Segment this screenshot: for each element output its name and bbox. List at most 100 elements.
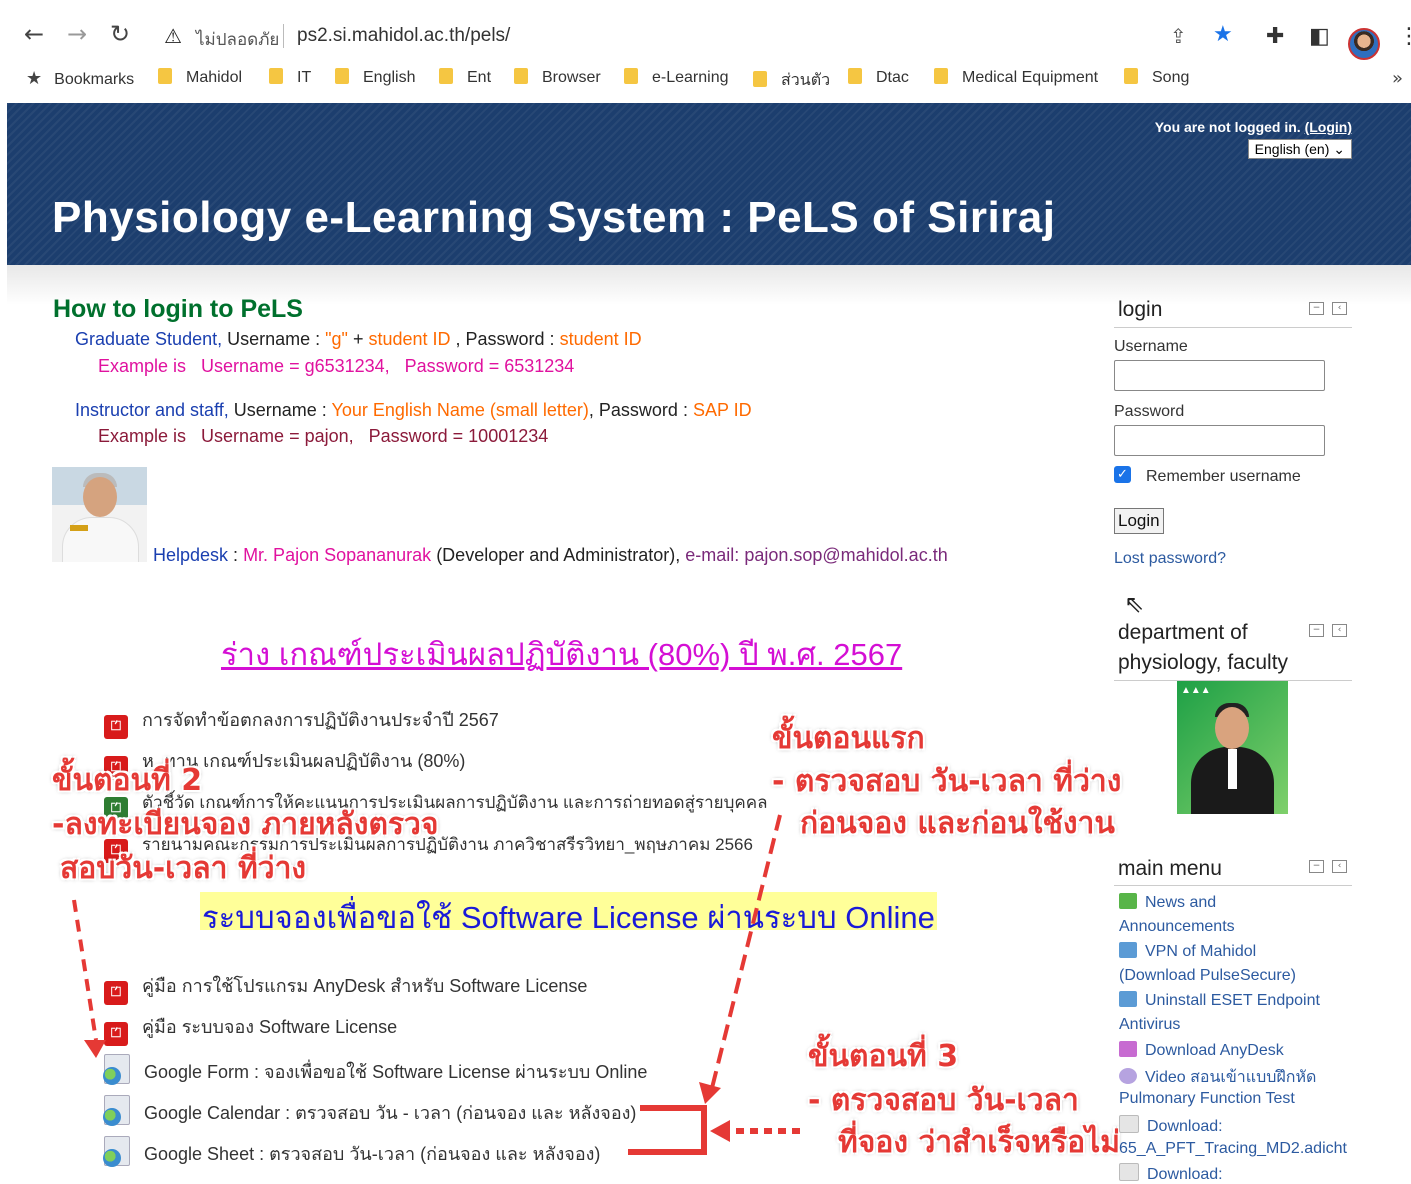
- step2-line1: -ลงทะเบียนจอง ภายหลังตรวจ: [52, 807, 439, 842]
- pdf-icon: ⏍: [104, 715, 128, 739]
- security-status[interactable]: ไม่ปลอดภัย: [196, 26, 279, 53]
- file-item[interactable]: Google Form : จองเพื่อขอใช้ Software Lic…: [103, 1054, 647, 1086]
- bookmark-elearning[interactable]: e-Learning: [624, 68, 729, 87]
- department-title-line2: physiology, faculty: [1118, 651, 1289, 674]
- bookmarks-overflow-icon[interactable]: »: [1392, 68, 1403, 89]
- collapse-icon[interactable]: −: [1309, 302, 1324, 315]
- extensions-puzzle-icon[interactable]: ✚: [1266, 24, 1284, 49]
- collapse-icon[interactable]: −: [1309, 624, 1324, 637]
- not-logged-in-text: You are not logged in.: [1154, 119, 1301, 135]
- bookmark-dtac[interactable]: Dtac: [848, 68, 909, 87]
- bookmark-label: Ent: [467, 69, 492, 86]
- bookmark-label: e-Learning: [652, 69, 729, 86]
- web-page-icon: [103, 1054, 130, 1085]
- file-label[interactable]: Google Sheet : ตรวจสอบ วัน-เวลา (ก่อนจอง…: [144, 1144, 600, 1164]
- reload-icon[interactable]: ↻: [106, 20, 134, 48]
- language-select[interactable]: English (en) ⌄: [1247, 139, 1352, 159]
- bookmark-medical-equipment[interactable]: Medical Equipment: [934, 68, 1098, 87]
- bookmark-label: IT: [297, 69, 312, 86]
- login-block-title: login: [1118, 298, 1163, 321]
- dock-icon[interactable]: ‹: [1332, 624, 1347, 637]
- kebab-menu-icon[interactable]: ⋮: [1398, 24, 1411, 49]
- bookmark-star-icon[interactable]: ★: [1213, 22, 1233, 47]
- menu-item-download[interactable]: Download:: [1119, 1115, 1223, 1136]
- bookmark-mahidol[interactable]: Mahidol: [158, 68, 242, 87]
- file-item[interactable]: ⏍ การจัดทำข้อตกลงการปฏิบัติงานประจำปี 256…: [104, 705, 499, 739]
- department-title-line1: department of: [1118, 621, 1248, 644]
- step1-line1: - ตรวจสอบ วัน-เวลา ที่ว่าง: [772, 764, 1122, 799]
- web-page-icon: [103, 1095, 130, 1126]
- dock-icon[interactable]: ‹: [1332, 302, 1347, 315]
- remember-checkbox[interactable]: ✓: [1114, 466, 1131, 483]
- login-button[interactable]: Login: [1114, 508, 1164, 534]
- menu-item-download-2[interactable]: Download:: [1119, 1163, 1223, 1184]
- url-text[interactable]: ps2.si.mahidol.ac.th/pels/: [297, 25, 510, 47]
- menu-item-anydesk[interactable]: Download AnyDesk: [1119, 1041, 1284, 1060]
- back-arrow-icon[interactable]: ←: [20, 20, 48, 48]
- file-label[interactable]: คู่มือ การใช้โปรแกรม AnyDesk สำหรับ Soft…: [142, 976, 587, 996]
- folder-icon: [269, 68, 283, 84]
- site-title: Physiology e-Learning System : PeLS of S…: [52, 193, 1056, 242]
- address-bar[interactable]: ⚠ ไม่ปลอดภัย ps2.si.mahidol.ac.th/pels/ …: [150, 14, 1252, 58]
- browser-chrome: ← → ↻ ⚠ ไม่ปลอดภัย ps2.si.mahidol.ac.th/…: [0, 0, 1411, 103]
- divider: [1114, 327, 1352, 328]
- pdf-icon: ⏍: [104, 981, 128, 1005]
- bookmark-label: Dtac: [876, 69, 909, 86]
- login-info: You are not logged in. (Login): [1155, 119, 1352, 135]
- forward-arrow-icon[interactable]: →: [63, 20, 91, 48]
- menu-item-vpn-cont[interactable]: (Download PulseSecure): [1119, 967, 1296, 985]
- file-label[interactable]: Google Form : จองเพื่อขอใช้ Software Lic…: [144, 1062, 647, 1082]
- file-item[interactable]: Google Sheet : ตรวจสอบ วัน-เวลา (ก่อนจอง…: [103, 1136, 600, 1168]
- menu-item-download-cont[interactable]: 65_A_PFT_Tracing_MD2.adicht: [1119, 1140, 1347, 1158]
- folder-icon: [439, 68, 453, 84]
- menu-item-news[interactable]: News and: [1119, 893, 1216, 912]
- share-icon[interactable]: ⇪: [1170, 24, 1187, 48]
- staff-login-line: Instructor and staff, Username : Your En…: [75, 400, 752, 421]
- menu-item-label: Antivirus: [1119, 1016, 1181, 1033]
- menu-item-vpn[interactable]: VPN of Mahidol: [1119, 942, 1256, 961]
- menu-item-news-cont[interactable]: Announcements: [1119, 918, 1235, 936]
- lost-password-link[interactable]: Lost password?: [1114, 550, 1226, 568]
- main-menu-title: main menu: [1118, 857, 1222, 880]
- dock-icon[interactable]: ‹: [1332, 860, 1347, 873]
- file-item[interactable]: ⏍ คู่มือ ระบบจอง Software License: [104, 1012, 397, 1046]
- header-login-link[interactable]: (Login): [1305, 119, 1352, 135]
- forum-icon: [1119, 893, 1137, 909]
- bookmark-label: English: [363, 69, 416, 86]
- menu-item-label: News and: [1145, 894, 1217, 911]
- file-label[interactable]: การจัดทำข้อตกลงการปฏิบัติงานประจำปี 2567: [142, 710, 499, 730]
- menu-item-video[interactable]: Video สอนเข้าแบบฝึกหัด: [1119, 1065, 1316, 1090]
- warning-icon[interactable]: ⚠: [164, 24, 182, 48]
- menu-item-label: Download:: [1147, 1166, 1223, 1183]
- collapse-icon[interactable]: −: [1309, 860, 1324, 873]
- menu-item-label: Pulmonary Function Test: [1119, 1090, 1295, 1107]
- file-item[interactable]: ⏍ คู่มือ การใช้โปรแกรม AnyDesk สำหรับ Sof…: [104, 971, 587, 1005]
- bookmark-personal[interactable]: ส่วนตัว: [753, 68, 830, 93]
- face: [83, 477, 117, 517]
- profile-avatar[interactable]: [1348, 28, 1380, 60]
- staff-pass-value: SAP ID: [692, 400, 752, 420]
- bookmark-browser[interactable]: Browser: [514, 68, 601, 87]
- helpdesk-photo: [52, 467, 147, 562]
- menu-item-eset[interactable]: Uninstall ESET Endpoint: [1119, 991, 1320, 1010]
- file-label[interactable]: คู่มือ ระบบจอง Software License: [142, 1017, 397, 1037]
- grad-plus: +: [347, 329, 369, 349]
- password-input[interactable]: [1114, 425, 1325, 456]
- helpdesk-email[interactable]: pajon.sop@mahidol.ac.th: [744, 545, 947, 565]
- username-input[interactable]: [1114, 360, 1325, 391]
- bookmark-it[interactable]: IT: [269, 68, 311, 87]
- side-panel-icon[interactable]: ◧: [1309, 24, 1330, 49]
- helpdesk-label: Helpdesk: [153, 545, 229, 565]
- grad-user-value: "g": [325, 329, 348, 349]
- bookmark-song[interactable]: Song: [1124, 68, 1189, 87]
- staff-example: Example is Username = pajon, Password = …: [98, 426, 549, 446]
- criteria-link[interactable]: ร่าง เกณฑ์ประเมินผลปฏิบัติงาน (80%) ปี พ…: [221, 629, 902, 679]
- bookmarks-button[interactable]: ★ Bookmarks: [26, 68, 134, 89]
- menu-item-video-cont[interactable]: Pulmonary Function Test: [1119, 1090, 1295, 1108]
- bookmark-ent[interactable]: Ent: [439, 68, 491, 87]
- howto-title: How to login to PeLS: [53, 295, 303, 323]
- menu-item-eset-cont[interactable]: Antivirus: [1119, 1016, 1180, 1034]
- file-item[interactable]: Google Calendar : ตรวจสอบ วัน - เวลา (ก่…: [103, 1095, 636, 1127]
- file-label[interactable]: Google Calendar : ตรวจสอบ วัน - เวลา (ก่…: [144, 1103, 636, 1123]
- bookmark-english[interactable]: English: [335, 68, 415, 87]
